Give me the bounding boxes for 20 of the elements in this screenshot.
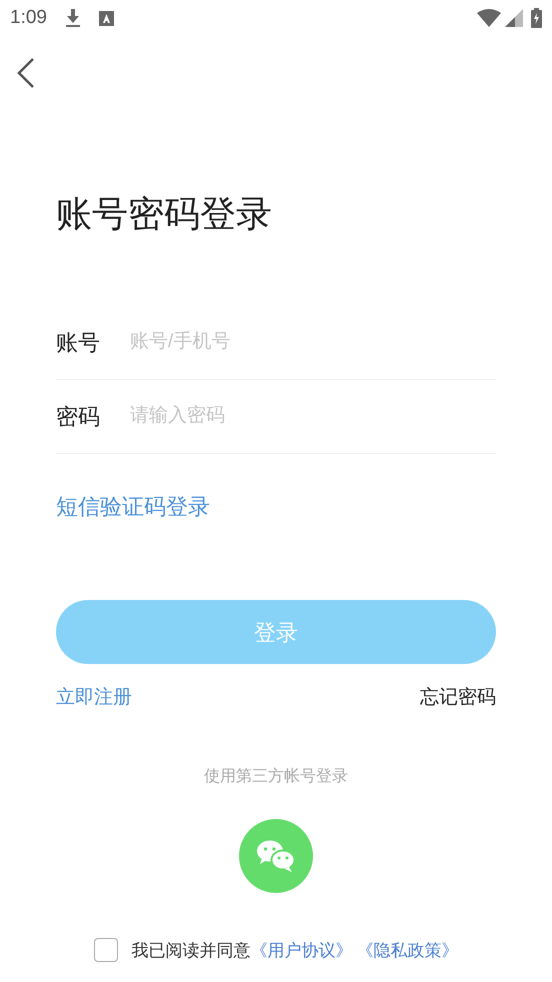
wifi-icon (477, 9, 501, 27)
agreement-checkbox[interactable] (94, 938, 118, 962)
page-title: 账号密码登录 (56, 192, 273, 236)
third-party-caption: 使用第三方帐号登录 (203, 766, 349, 786)
sms-login-link[interactable]: 短信验证码登录 (56, 490, 210, 523)
field-label: 账号 (56, 329, 101, 357)
field-label: 密码 (56, 403, 101, 431)
input-field[interactable]: 账号/手机号 (130, 328, 496, 357)
download-icon (64, 9, 81, 27)
input-field[interactable]: 请输入密码 (130, 402, 496, 431)
battery-icon (531, 8, 542, 28)
text-app-icon (98, 10, 114, 26)
signal-icon (505, 9, 523, 27)
policy-link[interactable]: 《用户协议》 (250, 938, 352, 963)
agreement-text: 我已阅读并同意 (132, 940, 250, 962)
chat-bubbles-icon (256, 838, 296, 872)
register-link[interactable]: 立即注册 (56, 684, 132, 712)
policy-link[interactable]: 《隐私政策》 (356, 938, 458, 963)
status-time: 1:09 (10, 6, 47, 30)
forgot-password-link[interactable]: 忘记密码 (420, 684, 496, 712)
